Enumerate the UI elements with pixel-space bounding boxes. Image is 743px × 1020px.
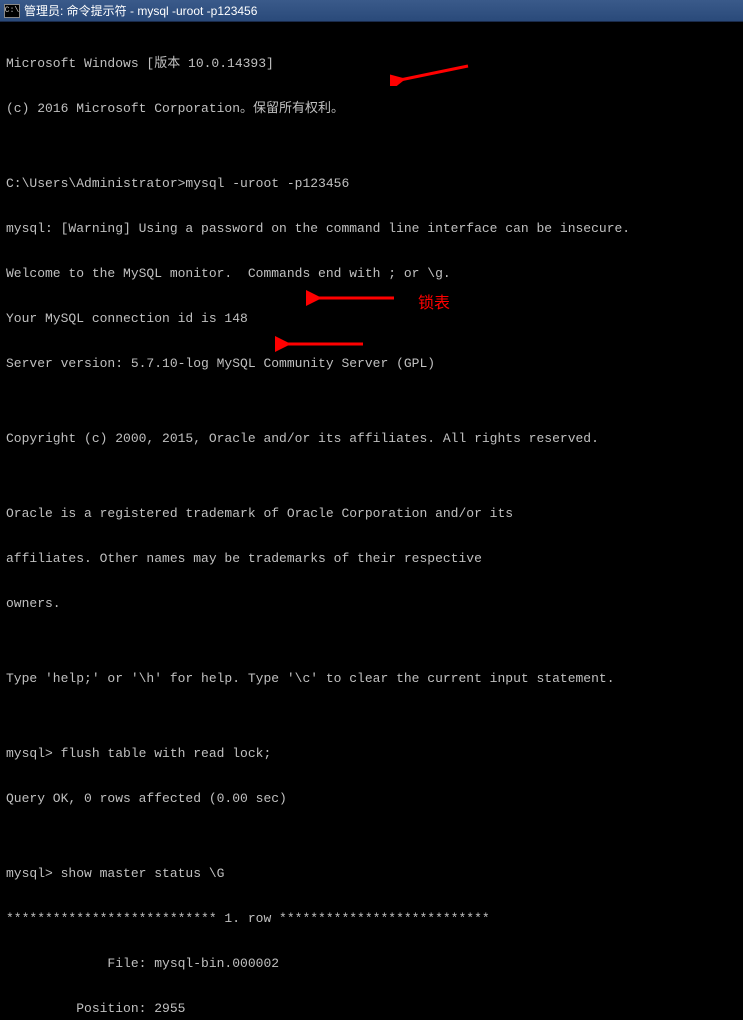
terminal-line: File: mysql-bin.000002 — [6, 956, 737, 971]
terminal-line: Your MySQL connection id is 148 — [6, 311, 737, 326]
terminal-line: Oracle is a registered trademark of Orac… — [6, 506, 737, 521]
terminal-output[interactable]: Microsoft Windows [版本 10.0.14393] (c) 20… — [0, 22, 743, 1020]
terminal-line: Type 'help;' or '\h' for help. Type '\c'… — [6, 671, 737, 686]
terminal-line: C:\Users\Administrator>mysql -uroot -p12… — [6, 176, 737, 191]
terminal-line: Position: 2955 — [6, 1001, 737, 1016]
terminal-line: *************************** 1. row *****… — [6, 911, 737, 926]
terminal-line: mysql: [Warning] Using a password on the… — [6, 221, 737, 236]
terminal-line: Microsoft Windows [版本 10.0.14393] — [6, 56, 737, 71]
terminal-line: Query OK, 0 rows affected (0.00 sec) — [6, 791, 737, 806]
terminal-line: owners. — [6, 596, 737, 611]
terminal-line: mysql> show master status \G — [6, 866, 737, 881]
terminal-line: Server version: 5.7.10-log MySQL Communi… — [6, 356, 737, 371]
terminal-line: (c) 2016 Microsoft Corporation。保留所有权利。 — [6, 101, 737, 116]
cmd-icon: C:\ — [4, 4, 20, 18]
terminal-line: Copyright (c) 2000, 2015, Oracle and/or … — [6, 431, 737, 446]
terminal-line: Welcome to the MySQL monitor. Commands e… — [6, 266, 737, 281]
terminal-line: affiliates. Other names may be trademark… — [6, 551, 737, 566]
window-titlebar: C:\ 管理员: 命令提示符 - mysql -uroot -p123456 — [0, 0, 743, 22]
terminal-line: mysql> flush table with read lock; — [6, 746, 737, 761]
window-title: 管理员: 命令提示符 - mysql -uroot -p123456 — [24, 2, 739, 19]
